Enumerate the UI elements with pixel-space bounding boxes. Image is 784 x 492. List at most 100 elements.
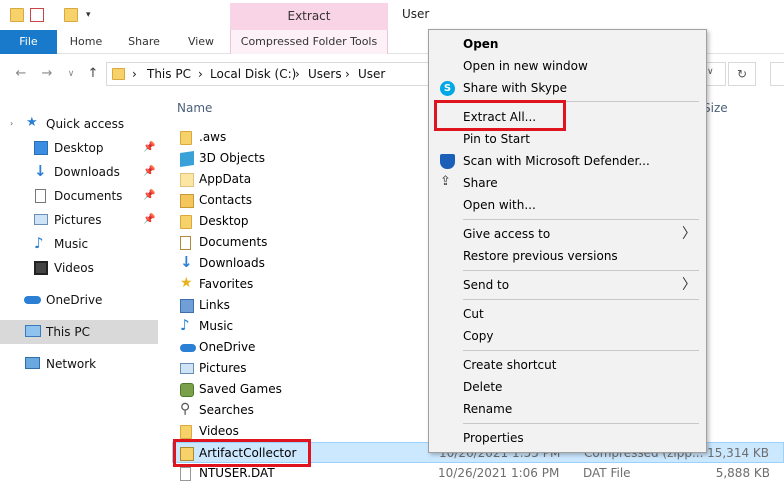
file-icon bbox=[180, 467, 191, 481]
menu-separator bbox=[463, 350, 699, 351]
menu-separator bbox=[463, 270, 699, 271]
star-icon: ★ bbox=[26, 115, 38, 130]
games-icon bbox=[180, 383, 194, 397]
contextual-tab-group-extract: Extract bbox=[230, 3, 388, 30]
menu-item-open-in-new-window[interactable]: Open in new window bbox=[429, 55, 706, 77]
pin-icon: 📌 bbox=[143, 166, 156, 177]
menu-separator bbox=[463, 219, 699, 220]
column-header-name[interactable]: Name bbox=[177, 101, 212, 115]
sidebar-item-music[interactable]: ♪ Music bbox=[0, 233, 158, 255]
customize-toolbar-chevron-icon[interactable]: ▾ bbox=[86, 10, 94, 20]
cloud-icon bbox=[180, 344, 196, 352]
highlight-box bbox=[434, 100, 566, 131]
tab-compressed-folder-tools[interactable]: Compressed Folder Tools bbox=[230, 30, 388, 54]
navigation-pane: › ★ Quick access Desktop 📌 ↓ Downloads 📌… bbox=[0, 96, 158, 492]
menu-separator bbox=[463, 423, 699, 424]
address-dropdown-chevron-icon[interactable]: ∨ bbox=[707, 67, 714, 77]
music-note-icon: ♪ bbox=[180, 316, 190, 334]
desktop-icon bbox=[34, 141, 48, 155]
refresh-button[interactable]: ↻ bbox=[728, 62, 756, 86]
menu-item-rename[interactable]: Rename bbox=[429, 398, 706, 420]
submenu-arrow-icon: 〉 bbox=[682, 277, 696, 293]
star-icon: ★ bbox=[180, 275, 193, 291]
film-icon bbox=[34, 261, 48, 275]
sidebar-item-network[interactable]: Network bbox=[0, 353, 158, 375]
menu-item-delete[interactable]: Delete bbox=[429, 376, 706, 398]
menu-item-share-with-skype[interactable]: S Share with Skype bbox=[429, 77, 706, 99]
pictures-icon bbox=[34, 214, 48, 225]
back-arrow-icon[interactable]: ← bbox=[14, 66, 28, 82]
links-icon bbox=[180, 299, 194, 313]
cube-icon bbox=[180, 151, 194, 167]
sidebar-item-videos[interactable]: Videos bbox=[0, 257, 158, 279]
properties-check-icon[interactable] bbox=[30, 8, 44, 22]
search-icon: ⚲ bbox=[180, 401, 191, 417]
documents-icon bbox=[180, 236, 191, 250]
breadcrumb-user[interactable]: User bbox=[358, 67, 385, 81]
sidebar-item-desktop[interactable]: Desktop 📌 bbox=[0, 137, 158, 159]
breadcrumb-separator-icon[interactable]: › bbox=[198, 67, 203, 81]
up-arrow-icon[interactable]: ↑ bbox=[86, 66, 100, 82]
context-menu: Open Open in new window S Share with Sky… bbox=[428, 29, 707, 453]
cloud-icon bbox=[24, 296, 41, 304]
folder-icon bbox=[10, 8, 24, 22]
folder-icon bbox=[180, 425, 192, 439]
sidebar-item-downloads[interactable]: ↓ Downloads 📌 bbox=[0, 161, 158, 183]
breadcrumb-separator-icon: › bbox=[132, 67, 137, 81]
download-arrow-icon: ↓ bbox=[34, 162, 47, 180]
network-icon bbox=[25, 357, 40, 369]
sidebar-item-this-pc[interactable]: This PC bbox=[0, 320, 158, 344]
contacts-icon bbox=[180, 194, 194, 208]
menu-item-send-to[interactable]: Send to 〉 bbox=[429, 274, 706, 296]
sidebar-item-pictures[interactable]: Pictures 📌 bbox=[0, 209, 158, 231]
tab-home[interactable]: Home bbox=[63, 30, 109, 54]
menu-item-open-with[interactable]: Open with... bbox=[429, 194, 706, 216]
monitor-icon bbox=[25, 325, 41, 337]
breadcrumb-separator-icon[interactable]: › bbox=[345, 67, 350, 81]
title-bar: ▾ Extract User bbox=[0, 0, 784, 30]
menu-item-give-access-to[interactable]: Give access to 〉 bbox=[429, 223, 706, 245]
menu-item-open[interactable]: Open bbox=[429, 33, 706, 55]
sidebar-item-documents[interactable]: Documents 📌 bbox=[0, 185, 158, 207]
search-input[interactable] bbox=[770, 62, 784, 86]
menu-item-create-shortcut[interactable]: Create shortcut bbox=[429, 354, 706, 376]
tab-share[interactable]: Share bbox=[121, 30, 167, 54]
pin-icon: 📌 bbox=[143, 214, 156, 225]
refresh-icon: ↻ bbox=[736, 67, 748, 81]
breadcrumb-local-disk[interactable]: Local Disk (C:) bbox=[210, 67, 296, 81]
highlight-box bbox=[173, 439, 311, 467]
pin-icon: 📌 bbox=[143, 142, 156, 153]
music-note-icon: ♪ bbox=[34, 234, 44, 252]
tab-view[interactable]: View bbox=[178, 30, 224, 54]
window-title: User bbox=[402, 7, 430, 21]
file-explorer-window: ▾ Extract User File Home Share View Comp… bbox=[0, 0, 784, 492]
breadcrumb-this-pc[interactable]: This PC bbox=[147, 67, 191, 81]
folder-icon bbox=[180, 131, 192, 145]
menu-item-copy[interactable]: Copy bbox=[429, 325, 706, 347]
tab-file[interactable]: File bbox=[0, 30, 57, 54]
menu-item-restore-previous-versions[interactable]: Restore previous versions bbox=[429, 245, 706, 267]
forward-arrow-icon[interactable]: → bbox=[40, 66, 54, 82]
submenu-arrow-icon: 〉 bbox=[682, 226, 696, 242]
pin-icon: 📌 bbox=[143, 190, 156, 201]
pictures-icon bbox=[180, 363, 194, 374]
recent-locations-chevron-icon[interactable]: ∨ bbox=[64, 66, 78, 82]
folder-icon bbox=[180, 215, 192, 229]
menu-item-scan-with-defender[interactable]: Scan with Microsoft Defender... bbox=[429, 150, 706, 172]
breadcrumb-separator-icon[interactable]: › bbox=[295, 67, 300, 81]
menu-separator bbox=[463, 299, 699, 300]
folder-icon bbox=[180, 173, 194, 187]
menu-item-cut[interactable]: Cut bbox=[429, 303, 706, 325]
sidebar-item-quick-access[interactable]: › ★ Quick access bbox=[0, 113, 158, 135]
menu-item-properties[interactable]: Properties bbox=[429, 427, 706, 449]
share-icon: ⇪ bbox=[440, 174, 451, 189]
sidebar-item-onedrive[interactable]: OneDrive bbox=[0, 289, 158, 311]
chevron-right-icon[interactable]: › bbox=[10, 113, 13, 135]
menu-item-pin-to-start[interactable]: Pin to Start bbox=[429, 128, 706, 150]
folder-icon bbox=[112, 68, 125, 80]
new-folder-icon[interactable] bbox=[64, 8, 78, 22]
breadcrumb-users[interactable]: Users bbox=[308, 67, 342, 81]
defender-shield-icon bbox=[440, 154, 455, 169]
skype-icon: S bbox=[440, 81, 455, 96]
menu-item-share[interactable]: ⇪ Share bbox=[429, 172, 706, 194]
